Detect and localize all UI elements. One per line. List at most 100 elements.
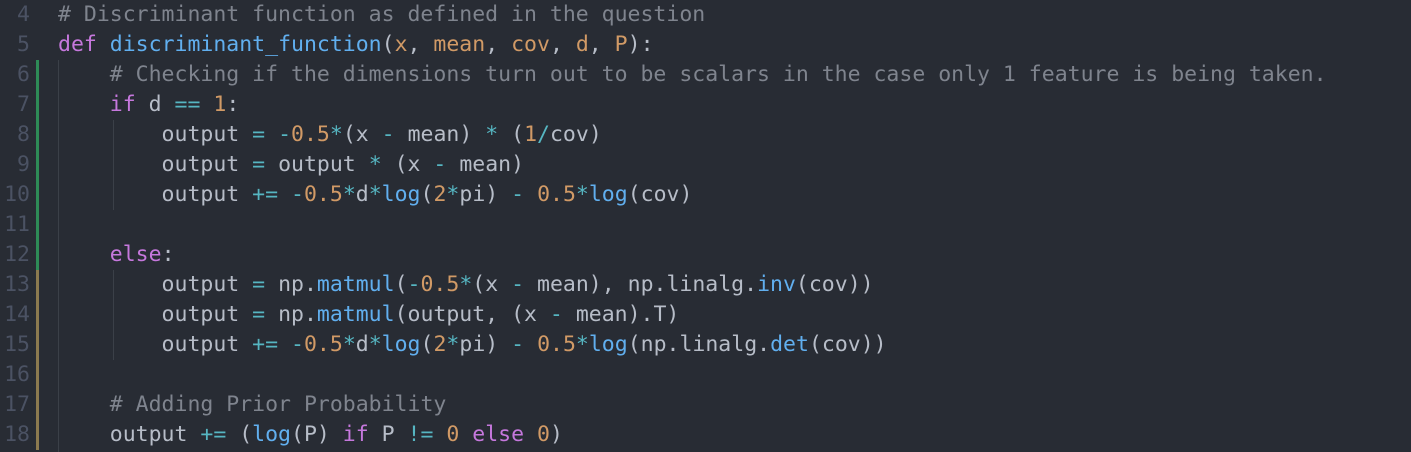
- code-line[interactable]: 12 else:: [0, 240, 1411, 270]
- code-token: (x: [381, 152, 434, 177]
- code-token: -: [511, 272, 525, 297]
- code-token: -: [278, 122, 292, 147]
- git-modified-marker[interactable]: [36, 420, 39, 450]
- code-token: *: [368, 152, 382, 177]
- code-line[interactable]: 13 output = np.matmul(-0.5*(x - mean), n…: [0, 270, 1411, 300]
- code-token: log: [252, 422, 292, 447]
- code-token: output: [58, 332, 253, 357]
- code-token: ==: [174, 92, 201, 117]
- code-token: inv: [757, 272, 796, 297]
- code-token: cov: [511, 32, 550, 57]
- code-editor[interactable]: 4 # Discriminant function as defined in t…: [0, 0, 1411, 452]
- code-line[interactable]: 8 output = -0.5*(x - mean) * (1/cov): [0, 120, 1411, 150]
- code-token: =: [252, 122, 266, 147]
- code-token: *: [575, 332, 589, 357]
- code-token: mean): [446, 152, 525, 177]
- line-number: 4: [17, 2, 30, 27]
- line-number: 10: [4, 182, 30, 207]
- code-line[interactable]: 6 # Checking if the dimensions turn out …: [0, 60, 1411, 90]
- code-token: 0.5: [537, 332, 576, 357]
- code-text: # Adding Prior Probability: [58, 390, 447, 420]
- git-added-marker[interactable]: [36, 120, 39, 150]
- code-line[interactable]: 9 output = output * (x - mean): [0, 150, 1411, 180]
- git-added-marker[interactable]: [36, 60, 39, 90]
- code-token: output: [58, 122, 253, 147]
- code-token: (: [226, 422, 253, 447]
- line-number: 7: [17, 92, 30, 117]
- code-line[interactable]: 4 # Discriminant function as defined in t…: [0, 0, 1411, 30]
- git-added-marker[interactable]: [36, 150, 39, 180]
- code-token: *: [485, 122, 499, 147]
- code-token: 1: [524, 122, 538, 147]
- code-token: 0: [537, 422, 550, 447]
- code-token: (cov): [627, 182, 693, 207]
- code-text: output += (log(P) if P != 0 else 0): [58, 420, 563, 450]
- git-modified-marker[interactable]: [36, 360, 39, 390]
- code-line[interactable]: 15 output += -0.5*d*log(2*pi) - 0.5*log(…: [0, 330, 1411, 360]
- git-added-marker[interactable]: [36, 180, 39, 210]
- code-token: ,: [549, 32, 576, 57]
- code-token: -: [549, 302, 563, 327]
- code-token: output: [58, 152, 253, 177]
- code-line[interactable]: 17 # Adding Prior Probability: [0, 390, 1411, 420]
- code-token: 0.5: [291, 122, 330, 147]
- code-token: ,: [588, 32, 615, 57]
- code-token: d: [355, 332, 369, 357]
- git-modified-marker[interactable]: [36, 270, 39, 300]
- code-token: # Checking if the dimensions turn out to…: [109, 62, 1327, 87]
- code-line[interactable]: 18 output += (log(P) if P != 0 else 0): [0, 420, 1411, 450]
- git-modified-marker[interactable]: [36, 300, 39, 330]
- code-token: (cov)): [795, 272, 874, 297]
- line-number: 9: [17, 152, 30, 177]
- git-modified-marker[interactable]: [36, 390, 39, 420]
- code-token: discriminant_function: [109, 32, 382, 57]
- code-line[interactable]: 7 if d == 1:: [0, 90, 1411, 120]
- code-token: *: [342, 332, 356, 357]
- code-token: if: [342, 422, 369, 447]
- line-number: 8: [17, 122, 30, 147]
- code-token: pi): [459, 182, 512, 207]
- code-line[interactable]: 14 output = np.matmul(output, (x - mean)…: [0, 300, 1411, 330]
- code-token: *: [446, 332, 460, 357]
- line-number: 16: [4, 362, 30, 387]
- code-token: 2: [433, 182, 447, 207]
- code-token: log: [588, 182, 628, 207]
- code-token: -: [291, 332, 304, 357]
- code-line[interactable]: 10 output += -0.5*d*log(2*pi) - 0.5*log(…: [0, 180, 1411, 210]
- code-token: (np.linalg.: [627, 332, 771, 357]
- git-added-marker[interactable]: [36, 90, 39, 120]
- code-token: log: [381, 332, 421, 357]
- code-token: -: [511, 332, 525, 357]
- code-token: =: [252, 152, 266, 177]
- git-added-marker[interactable]: [36, 210, 39, 240]
- code-text: output += -0.5*d*log(2*pi) - 0.5*log(cov…: [58, 180, 693, 210]
- code-token: (x: [472, 272, 512, 297]
- code-line[interactable]: 16: [0, 360, 1411, 390]
- code-text: output = -0.5*(x - mean) * (1/cov): [58, 120, 602, 150]
- line-number: 18: [4, 422, 30, 447]
- code-token: 0.5: [420, 272, 460, 297]
- code-line[interactable]: 11: [0, 210, 1411, 240]
- git-added-marker[interactable]: [36, 240, 39, 270]
- code-token: 0.5: [537, 182, 576, 207]
- code-token: np.: [265, 272, 317, 297]
- code-line[interactable]: 5 def discriminant_function(x, mean, cov,…: [0, 30, 1411, 60]
- code-token: (cov)): [808, 332, 887, 357]
- code-token: d: [135, 92, 175, 117]
- code-token: (output, (x: [394, 302, 550, 327]
- code-token: log: [381, 182, 421, 207]
- code-token: -: [381, 122, 395, 147]
- line-number: 12: [4, 242, 30, 267]
- code-token: mean: [433, 32, 486, 57]
- code-token: matmul: [316, 272, 395, 297]
- git-modified-marker[interactable]: [36, 330, 39, 360]
